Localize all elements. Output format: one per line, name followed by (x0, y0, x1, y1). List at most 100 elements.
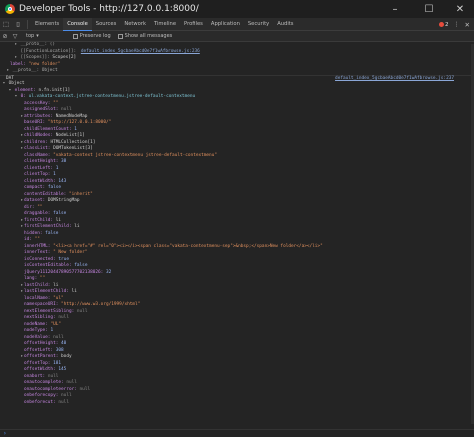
property-key: nextSibling: (24, 315, 56, 320)
property-value: NodeList[1] (55, 133, 85, 138)
property-value: 143 (58, 178, 67, 184)
log-value: "new folder" (28, 61, 61, 67)
log-key: [[Scopes]]: (20, 55, 50, 60)
source-link[interactable]: default_index_5gcbaeAbcd0e7f1wAfbrowse.j… (81, 49, 200, 54)
tab-console[interactable]: Console (63, 17, 92, 31)
property-key: id: (24, 237, 32, 242)
property-value: "" (34, 237, 40, 242)
tab-timeline[interactable]: Timeline (150, 18, 180, 31)
close-devtools-icon[interactable]: ✕ (465, 21, 470, 29)
inspect-element-icon[interactable]: ⬚ (0, 18, 12, 31)
property-key: localName: (24, 295, 51, 301)
property-value: null (66, 380, 77, 385)
property-key: className: (24, 152, 51, 158)
tab-sources[interactable]: Sources (92, 18, 121, 31)
property-value: null (58, 399, 69, 405)
property-key: offsetLeft: (24, 347, 54, 353)
window-title-bar: Developer Tools - http://127.0.0.1:8000/… (0, 0, 474, 18)
log-key: element: (14, 87, 36, 93)
tabbar-right: 2 ⋮ ✕ (439, 18, 470, 31)
property-key: attributes: (24, 113, 54, 119)
console-toolbar: ⊘ ▽ top ▾ Preserve log Show all messages (0, 31, 474, 42)
property-key: lastElementChild: (24, 289, 69, 294)
property-key: isContentEditable: (24, 263, 72, 268)
tab-profiles[interactable]: Profiles (180, 18, 207, 31)
property-key: offsetTop: (24, 360, 51, 366)
property-key: clientTop: (24, 172, 51, 177)
property-value: 1 (74, 126, 77, 132)
property-value: DOMStringMap (47, 198, 80, 203)
property-value: 145 (58, 367, 67, 372)
show-all-messages-label: Show all messages (124, 33, 173, 39)
property-value: 181 (53, 360, 62, 366)
property-key: clientHeight: (24, 159, 59, 164)
toolbar-divider (27, 19, 28, 29)
property-value: false (53, 211, 67, 216)
property-value: null (58, 315, 69, 320)
property-key: nodeType: (24, 328, 48, 333)
property-value: 308 (55, 347, 64, 353)
property-value: 32 (105, 269, 112, 275)
more-options-icon[interactable]: ⋮ (454, 21, 460, 28)
property-key: innerText: (24, 250, 51, 255)
property-value: 1 (50, 328, 54, 333)
property-value: "" (53, 100, 59, 106)
property-key: childElementCount: (24, 126, 72, 132)
property-value: 1 (55, 165, 59, 171)
property-value: false (45, 230, 59, 236)
error-counter[interactable]: 2 (439, 22, 449, 28)
property-key: isConnected: (24, 256, 56, 262)
property-value: DOMTokenList[3] (53, 146, 93, 151)
maximize-button[interactable]: ☐ (412, 0, 446, 18)
property-value: li (71, 289, 77, 294)
prompt-chevron-icon: › (3, 430, 7, 437)
console-input[interactable]: › (0, 429, 474, 437)
property-key: dataset: (24, 198, 46, 203)
context-selector[interactable]: top ▾ (26, 33, 39, 39)
close-window-button[interactable]: ✕ (446, 0, 474, 18)
tab-audits[interactable]: Audits (273, 18, 297, 31)
property-key: nextElementSibling: (24, 308, 75, 314)
log-value: ul.vakata-context.jstree-contextmenu.jst… (28, 94, 196, 99)
property-value: 38 (61, 159, 67, 164)
property-value: " New folder" (53, 250, 88, 255)
chevron-down-icon: ▾ (36, 33, 39, 39)
show-all-messages-checkbox[interactable]: Show all messages (117, 33, 173, 39)
property-value: null (79, 386, 91, 392)
tab-security[interactable]: Security (244, 18, 273, 31)
device-toolbar-icon[interactable]: ▯ (12, 18, 24, 31)
property-value: "http://www.w3.org/1999/xhtml" (61, 302, 141, 307)
preserve-log-checkbox[interactable]: Preserve log (72, 33, 111, 39)
tab-network[interactable]: Network (120, 18, 150, 31)
property-key: namespaceURI: (24, 302, 59, 307)
checkbox-box[interactable] (72, 33, 78, 39)
property-key: compact: (24, 185, 46, 190)
console-output[interactable]: ▸ __proto__: () [[FunctionLocation]]: de… (0, 42, 474, 437)
filter-icon[interactable]: ▽ (10, 33, 20, 40)
log-key: [[FunctionLocation]]: (20, 48, 77, 54)
property-key: hidden: (24, 230, 43, 236)
log-key: label: (10, 61, 26, 67)
property-value: "ul" (53, 295, 64, 301)
property-key: classList: (24, 146, 51, 151)
log-message: DAT (6, 75, 14, 81)
property-value: false (47, 185, 62, 190)
property-value: true (58, 256, 69, 262)
minimize-button[interactable]: – (378, 0, 412, 18)
property-value: "UL" (50, 321, 62, 327)
checkbox-box[interactable] (117, 33, 123, 39)
window-controls: – ☐ ✕ (378, 0, 474, 18)
property-key: firstChild: (24, 217, 54, 223)
property-key: onautocompleteerror: (24, 386, 77, 392)
tab-application[interactable]: Application (207, 18, 244, 31)
property-value: null (76, 308, 88, 314)
property-key: innerHTML: (24, 243, 51, 249)
property-value: null (61, 393, 72, 398)
log-value: Scopes[2] (52, 55, 77, 60)
devtools-tabbar: ⬚ ▯ Elements Console Sources Network Timelin… (0, 17, 474, 31)
property-value: li (55, 217, 62, 223)
tab-elements[interactable]: Elements (31, 18, 63, 31)
clear-console-icon[interactable]: ⊘ (0, 33, 10, 40)
property-key: jQuery11120447890577702138026: (24, 269, 104, 275)
property-key: nodeValue: (24, 334, 51, 340)
